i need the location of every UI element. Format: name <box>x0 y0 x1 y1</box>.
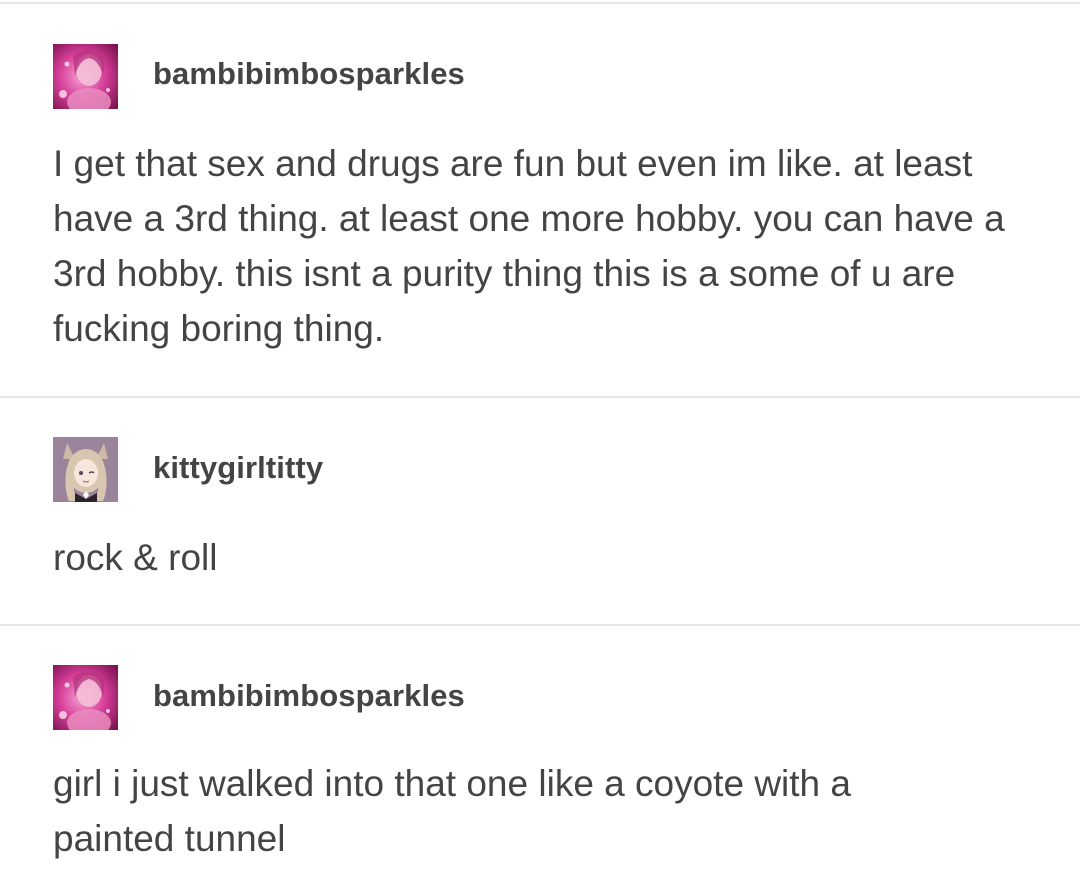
post-username[interactable]: kittygirltitty <box>153 450 323 486</box>
avatar-anime-catgirl-icon <box>53 437 118 502</box>
avatar-photo-pink-icon <box>53 665 118 730</box>
avatar[interactable] <box>53 44 118 109</box>
post-text: girl i just walked into that one like a … <box>53 763 851 859</box>
reblog-post-1: bambibimbosparkles I get that sex and dr… <box>0 0 1080 398</box>
avatar[interactable] <box>53 665 118 730</box>
post-text: rock & roll <box>53 537 218 578</box>
post-username[interactable]: bambibimbosparkles <box>153 678 465 714</box>
avatar-photo-pink-icon <box>53 44 118 109</box>
avatar[interactable] <box>53 437 118 502</box>
post-username[interactable]: bambibimbosparkles <box>153 56 465 92</box>
post-text: I get that sex and drugs are fun but eve… <box>53 143 1005 349</box>
reblog-post-2: kittygirltitty rock & roll <box>0 398 1080 626</box>
reblog-post-3: bambibimbosparkles girl i just walked in… <box>0 626 1080 870</box>
